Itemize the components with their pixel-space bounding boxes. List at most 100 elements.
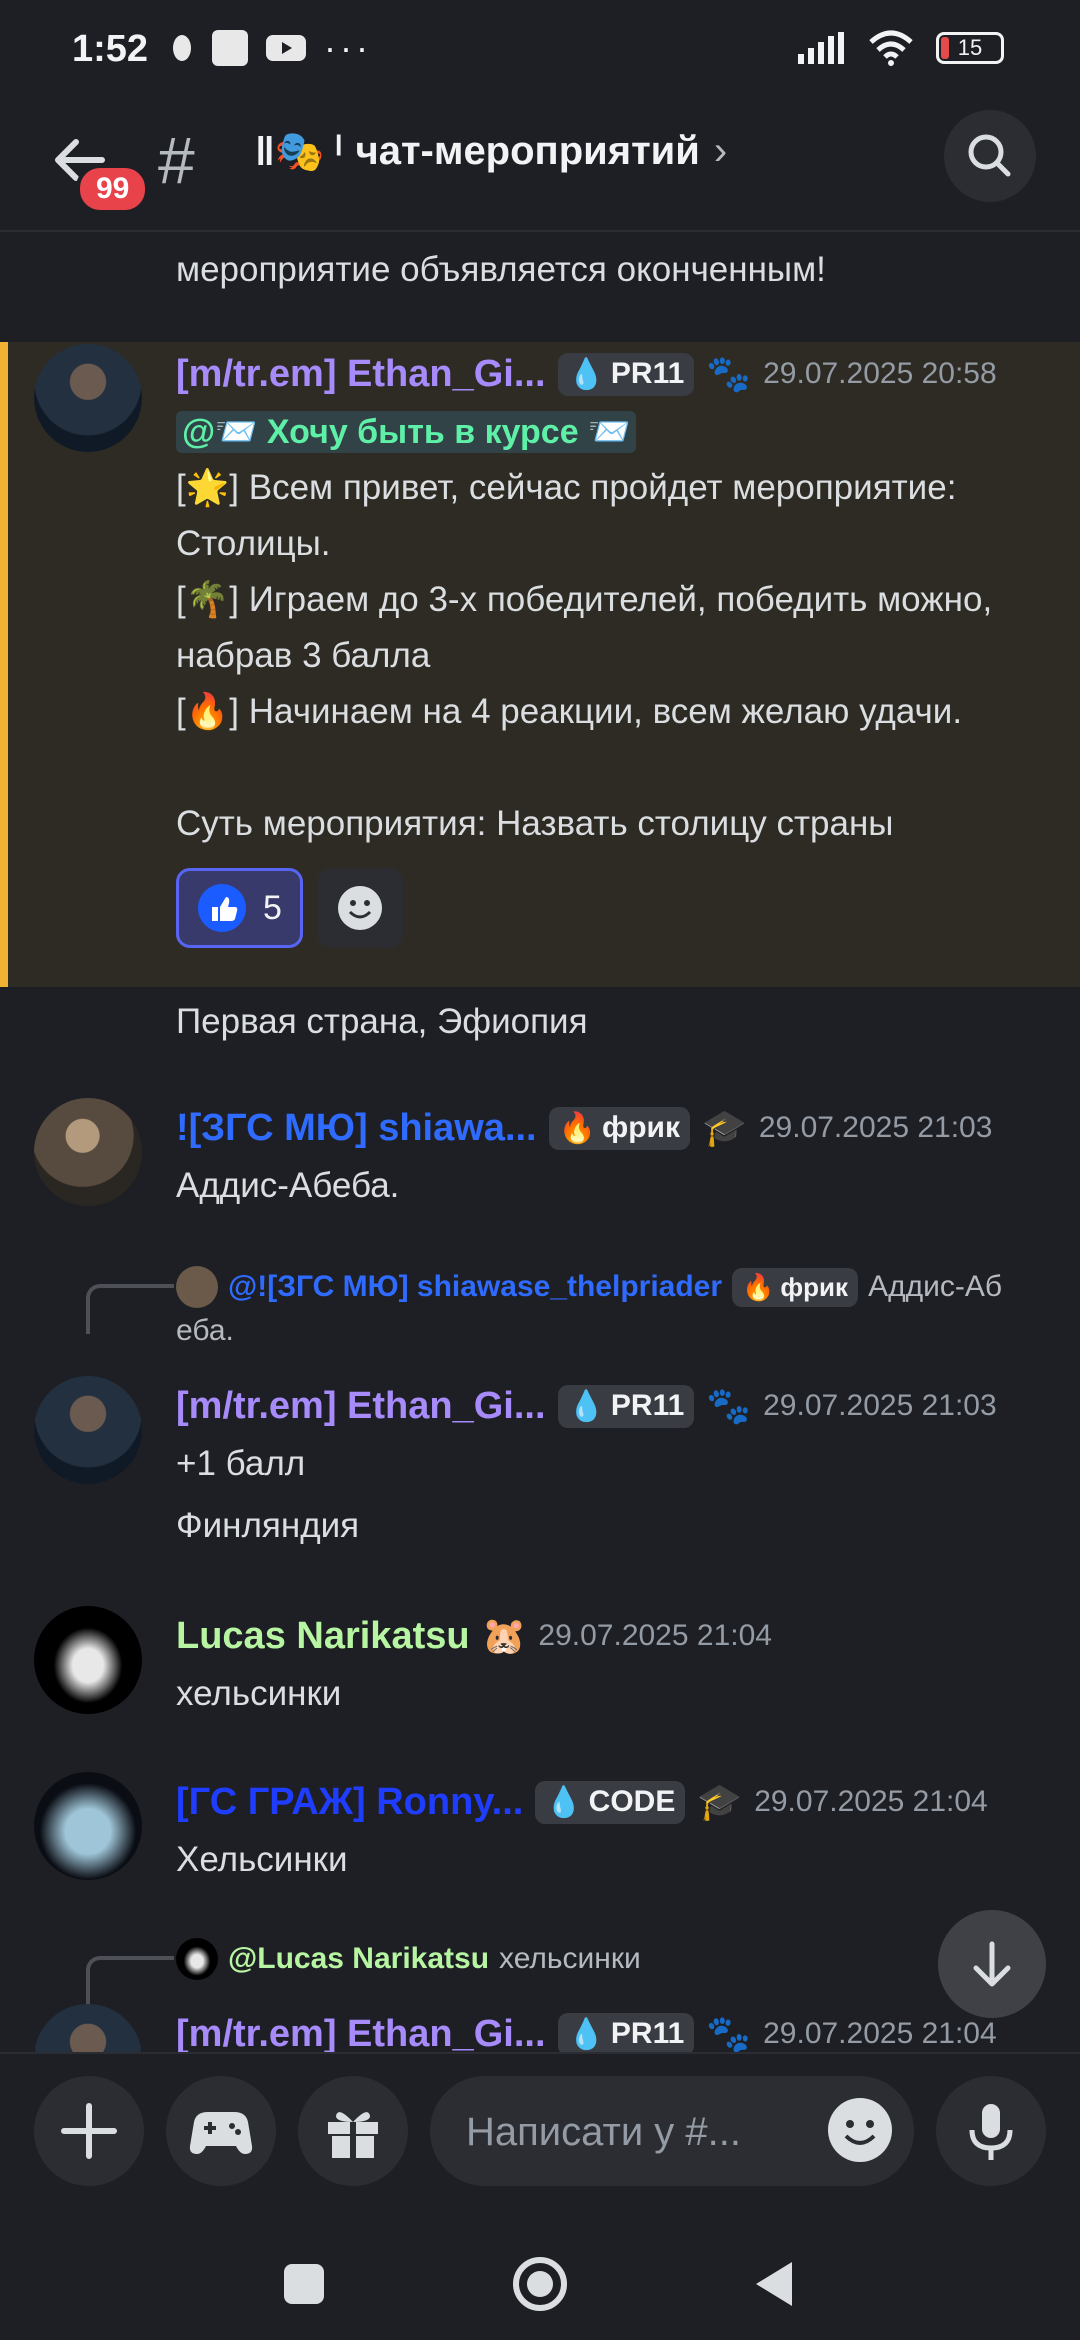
message-text: хельсинки <box>176 1674 342 1713</box>
role-tag: 💧 CODE <box>535 1780 686 1824</box>
timestamp: 29.07.2025 21:04 <box>754 1785 988 1818</box>
scroll-down-icon <box>973 1941 1011 1987</box>
reply-connector <box>86 1284 174 1334</box>
avatar[interactable] <box>34 1376 142 1484</box>
role-tag: 🔥 фрик <box>548 1106 691 1150</box>
timestamp: 29.07.2025 20:58 <box>763 357 997 390</box>
badge-icon: 🐹 <box>481 1615 527 1656</box>
role-mention[interactable]: @📨 Хочу быть в курсе 📨 <box>176 411 637 453</box>
gamepad-icon <box>189 2112 253 2154</box>
message-text: [🔥] Начинаем на 4 реакции, всем желаю уд… <box>176 692 963 731</box>
avatar[interactable] <box>34 1772 142 1880</box>
reaction-thumbs-up[interactable]: 5 <box>176 868 303 948</box>
avatar[interactable] <box>34 1098 142 1206</box>
reply-role-tag: 🔥 фрик <box>732 1267 859 1307</box>
gallery-notification-icon <box>212 30 248 66</box>
reply-text: Аддис-Аб <box>868 1270 1003 1303</box>
message-text: Хельсинки <box>176 1840 348 1879</box>
battery-icon: 15 <box>936 32 1004 64</box>
reply-username: @![ЗГС МЮ] shiawase_thelpriader <box>228 1270 723 1303</box>
reply-username: @Lucas Narikatsu <box>228 1942 490 1975</box>
message-text: Аддис-Абеба. <box>176 1166 400 1205</box>
unread-badge: 99 <box>76 164 150 214</box>
reply-text-continued: еба. <box>176 1314 234 1347</box>
microphone-icon <box>969 2104 1013 2160</box>
attach-button[interactable] <box>34 2076 144 2186</box>
notification-icons: ··· <box>170 30 372 66</box>
emoji-icon <box>844 2120 876 2145</box>
channel-name: чат-мероприятий <box>355 129 700 173</box>
graduation-cap-icon: 🎓 <box>697 1781 743 1822</box>
add-reaction-button[interactable] <box>316 868 403 948</box>
graduation-cap-icon: 🎓 <box>702 1107 747 1148</box>
message-input-placeholder: Написати у #... <box>466 2110 741 2154</box>
reactions: 5 <box>176 868 1050 948</box>
channel-header: 99 # ǁ🎭 ˡ чат-мероприятий › <box>0 100 1080 232</box>
message-composer: Написати у #... <box>0 2052 1080 2220</box>
youtube-notification-icon <box>266 35 306 61</box>
timestamp: 29.07.2025 21:04 <box>763 2017 997 2050</box>
message-text: Финляндия <box>176 1506 360 1545</box>
badge-icon: 🐾 <box>706 353 752 394</box>
channel-prefix: ǁ🎭 ˡ <box>255 130 342 174</box>
message-input[interactable]: Написати у #... <box>430 2076 914 2186</box>
message-text: мероприятие объявляется оконченным! <box>176 250 826 289</box>
message-text: Суть мероприятия: Назвать столицу страны <box>176 804 894 843</box>
username[interactable]: Lucas Narikatsu <box>176 1615 470 1658</box>
reply-text: хельсинки <box>499 1942 641 1975</box>
recent-apps-icon[interactable] <box>280 2260 328 2308</box>
reply-avatar <box>176 1938 218 1980</box>
chevron-right-icon: › <box>713 129 728 173</box>
username[interactable]: ![ЗГС МЮ] shiawa... <box>176 1107 537 1150</box>
status-bar: 1:52 ··· 15 <box>0 0 1080 100</box>
avatar[interactable] <box>34 344 142 452</box>
timestamp: 29.07.2025 21:03 <box>763 1389 997 1422</box>
app-notification-icon <box>173 35 191 61</box>
reply-connector <box>86 1956 174 2006</box>
username[interactable]: [ГС ГРАЖ] Ronny... <box>176 1781 523 1824</box>
channel-title[interactable]: ǁ🎭 ˡ чат-мероприятий › <box>255 128 727 175</box>
badge-icon: 🐾 <box>706 1385 752 1426</box>
search-button[interactable] <box>944 110 1036 202</box>
reply-preview[interactable]: @![ЗГС МЮ] shiawase_thelpriader 🔥 фрик Ад… <box>176 1266 1002 1308</box>
wifi-icon <box>869 30 913 66</box>
gift-button[interactable] <box>298 2076 408 2186</box>
back-icon[interactable] <box>752 2258 796 2310</box>
activities-button[interactable] <box>166 2076 276 2186</box>
badge-icon: 🐾 <box>706 2013 752 2052</box>
plus-icon <box>61 2103 117 2159</box>
avatar[interactable] <box>34 2004 142 2052</box>
battery-level: 15 <box>957 35 983 60</box>
gift-icon <box>328 2112 378 2158</box>
message-text: Первая страна, Эфиопия <box>176 1002 588 1041</box>
reply-preview[interactable]: @Lucas Narikatsu хельсинки <box>176 1938 641 1980</box>
role-tag: 💧 PR11 <box>557 352 695 396</box>
system-nav-bar <box>0 2220 1080 2340</box>
avatar[interactable] <box>34 1606 142 1714</box>
username[interactable]: [m/tr.em] Ethan_Gi... <box>176 353 546 396</box>
message-feed[interactable]: мероприятие объявляется оконченным! [m/t… <box>0 232 1080 2052</box>
message-text: +1 балл <box>176 1444 306 1483</box>
timestamp: 29.07.2025 21:04 <box>538 1619 772 1652</box>
system-indicators: 15 <box>798 30 1004 66</box>
thumbs-up-icon <box>198 884 246 932</box>
clock: 1:52 <box>72 28 149 70</box>
timestamp: 29.07.2025 21:03 <box>758 1111 993 1144</box>
more-notifications: ··· <box>324 27 372 68</box>
signal-icon <box>798 32 844 64</box>
emoji-button[interactable] <box>828 2098 892 2162</box>
voice-button[interactable] <box>936 2076 1046 2186</box>
scroll-to-bottom-button[interactable] <box>938 1910 1046 2018</box>
message-text: [🌴] Играем до 3-х победителей, победить … <box>176 580 993 675</box>
reaction-count: 5 <box>263 888 282 927</box>
username[interactable]: [m/tr.em] Ethan_Gi... <box>176 2013 546 2053</box>
add-reaction-icon <box>337 886 382 930</box>
hash-icon: # <box>158 123 195 197</box>
message-text: [🌟] Всем привет, сейчас пройдет мероприя… <box>176 468 957 563</box>
search-icon <box>968 134 1011 177</box>
username[interactable]: [m/tr.em] Ethan_Gi... <box>176 1385 546 1428</box>
home-icon[interactable] <box>510 2254 570 2314</box>
reply-avatar <box>176 1266 218 1308</box>
role-tag: 💧 PR11 <box>557 1384 695 1428</box>
role-tag: 💧 PR11 <box>557 2012 695 2052</box>
